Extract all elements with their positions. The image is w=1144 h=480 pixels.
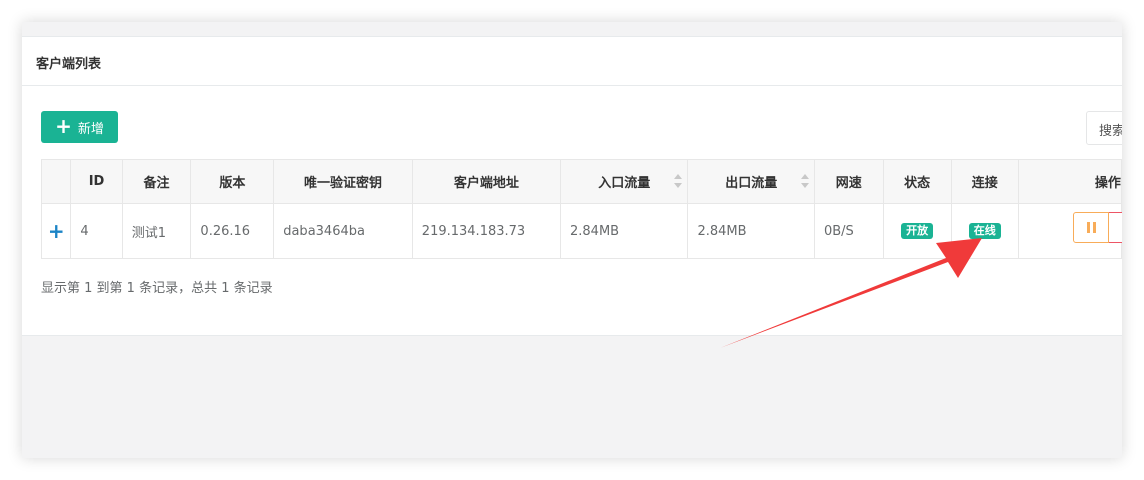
- client-list-panel: 客户端列表 + 新增 搜索 ID 备注 版本 唯一验证密钥 客户端地址 入口流量…: [22, 36, 1122, 336]
- pause-icon-bar: [1093, 222, 1096, 233]
- table-row: + 4 测试1 0.26.16 daba3464ba 219.134.183.7…: [40, 203, 1122, 259]
- header-inflow[interactable]: 入口流量: [559, 159, 689, 204]
- header-connect[interactable]: 连接: [950, 159, 1019, 204]
- header-outflow[interactable]: 出口流量: [687, 159, 815, 204]
- search-input[interactable]: 搜索: [1086, 111, 1122, 145]
- add-button-label: 新增: [77, 121, 104, 137]
- cell-id: 4: [70, 203, 123, 259]
- header-inflow-label: 入口流量: [598, 176, 651, 191]
- cell-remark: 测试1: [121, 203, 192, 259]
- cell-outflow: 2.84MB: [687, 203, 815, 259]
- cell-vkey: daba3464ba: [273, 203, 413, 259]
- header-speed[interactable]: 网速: [813, 159, 884, 204]
- header-status[interactable]: 状态: [882, 159, 952, 204]
- sort-icon[interactable]: [674, 174, 683, 188]
- cell-speed: 0B/S: [813, 203, 884, 259]
- cell-inflow: 2.84MB: [559, 203, 689, 259]
- pagination-info: 显示第 1 到第 1 条记录，总共 1 条记录: [41, 281, 273, 296]
- expand-plus-icon[interactable]: +: [48, 219, 65, 243]
- cell-status: 开放: [882, 203, 952, 259]
- cell-address: 219.134.183.73: [411, 203, 562, 259]
- header-version[interactable]: 版本: [190, 159, 275, 204]
- expand-cell[interactable]: +: [40, 203, 72, 259]
- panel-divider: [22, 85, 1122, 86]
- search-placeholder: 搜索: [1099, 124, 1122, 139]
- header-expand: [40, 159, 72, 204]
- sort-icon[interactable]: [800, 174, 809, 188]
- connect-badge: 在线: [968, 223, 1001, 239]
- table-header-row: ID 备注 版本 唯一验证密钥 客户端地址 入口流量 出口流量 网速 状态 连接…: [40, 159, 1122, 204]
- header-actions-label: 操作: [1094, 176, 1121, 191]
- header-id[interactable]: ID: [70, 159, 123, 204]
- pause-button[interactable]: [1073, 212, 1109, 243]
- client-table: ID 备注 版本 唯一验证密钥 客户端地址 入口流量 出口流量 网速 状态 连接…: [40, 159, 1122, 259]
- plus-icon: +: [55, 114, 72, 138]
- header-outflow-label: 出口流量: [725, 176, 778, 191]
- header-remark[interactable]: 备注: [121, 159, 192, 204]
- delete-button[interactable]: [1109, 212, 1122, 243]
- cell-version: 0.26.16: [190, 203, 275, 259]
- panel-title: 客户端列表: [36, 57, 102, 72]
- header-vkey[interactable]: 唯一验证密钥: [273, 159, 413, 204]
- status-badge: 开放: [901, 223, 934, 239]
- add-button[interactable]: + 新增: [41, 111, 118, 143]
- pause-icon: [1087, 222, 1090, 233]
- header-address[interactable]: 客户端地址: [411, 159, 562, 204]
- cell-connect: 在线: [950, 203, 1019, 259]
- app-window: 客户端列表 + 新增 搜索 ID 备注 版本 唯一验证密钥 客户端地址 入口流量…: [22, 22, 1122, 458]
- header-actions: 操作: [1017, 159, 1122, 204]
